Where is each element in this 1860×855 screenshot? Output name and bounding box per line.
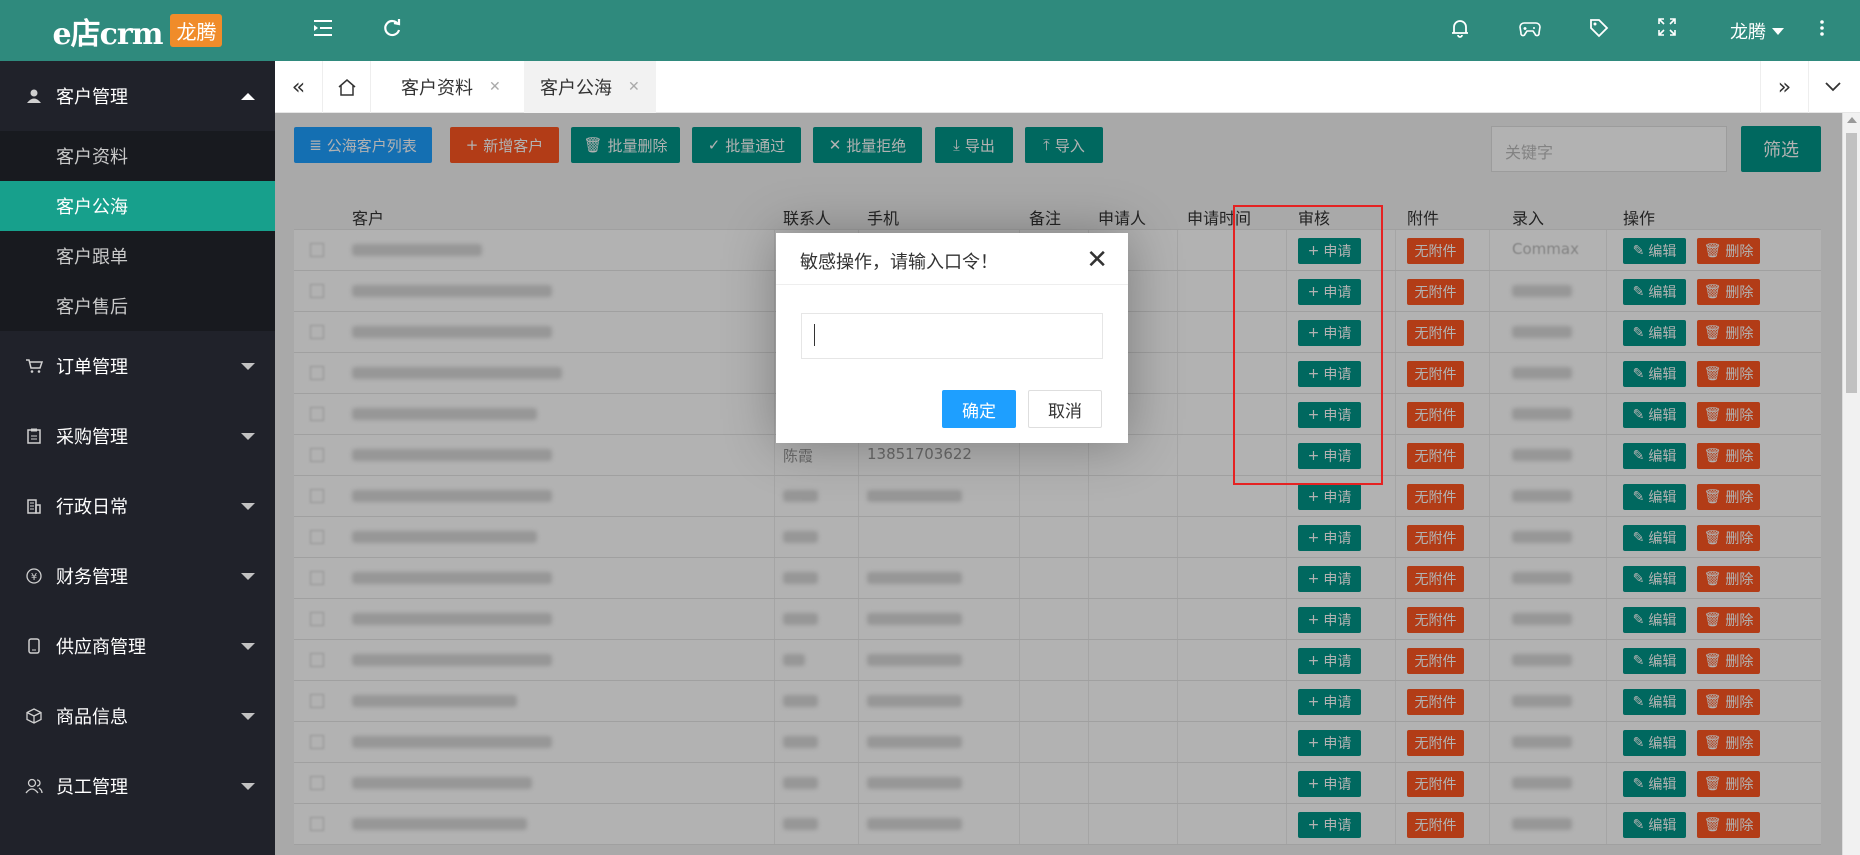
password-dialog: 敏感操作，请输入口令！ ✕ 确定 取消 — [776, 233, 1128, 443]
nav-group-products[interactable]: 商品信息 — [0, 681, 275, 751]
phone-icon — [24, 638, 44, 654]
top-header: 龙腾 — [275, 0, 1860, 61]
modal-overlay — [275, 113, 1842, 855]
caret-down-icon — [241, 712, 255, 720]
caret-down-icon — [241, 432, 255, 440]
nav-group-orders[interactable]: 订单管理 — [0, 331, 275, 401]
nav-group-label: 供应商管理 — [56, 637, 146, 658]
password-input[interactable] — [801, 313, 1103, 359]
highlight-box — [1233, 205, 1383, 485]
gamepad-icon[interactable] — [1519, 18, 1541, 44]
submenu-customer: 客户资料 客户公海 客户跟单 客户售后 — [0, 131, 275, 331]
tabs-menu-chevron-down-icon[interactable] — [1808, 61, 1856, 113]
refresh-icon[interactable] — [382, 18, 402, 44]
nav-group-label: 员工管理 — [56, 777, 128, 798]
tabs-scroll-right-icon[interactable]: » — [1760, 61, 1808, 113]
dialog-title: 敏感操作，请输入口令！ ✕ — [776, 233, 1128, 285]
close-icon[interactable]: ✕ — [628, 79, 640, 95]
caret-down-icon — [241, 572, 255, 580]
nav-group-finance[interactable]: ¥ 财务管理 — [0, 541, 275, 611]
sidebar-item-customer-info[interactable]: 客户资料 — [0, 131, 275, 181]
svg-text:¥: ¥ — [31, 572, 37, 583]
caret-down-icon — [241, 362, 255, 370]
tag-icon[interactable] — [1589, 18, 1609, 44]
nav-group-label: 商品信息 — [56, 707, 128, 728]
sidebar-item-customer-followup[interactable]: 客户跟单 — [0, 231, 275, 281]
tab-bar: « 客户资料 ✕ 客户公海 ✕ » — [275, 61, 1860, 113]
confirm-button[interactable]: 确定 — [942, 390, 1016, 428]
caret-down-icon — [241, 502, 255, 510]
nav-group-label: 订单管理 — [56, 357, 128, 378]
nav-group-label: 财务管理 — [56, 567, 128, 588]
more-vertical-icon[interactable] — [1819, 18, 1825, 44]
nav-group-label: 行政日常 — [56, 497, 128, 518]
tab-customer-info[interactable]: 客户资料 ✕ — [385, 61, 517, 113]
logo-text: e店crm — [52, 16, 164, 52]
logo[interactable]: e店crm 龙腾 — [0, 0, 275, 61]
close-icon[interactable]: ✕ — [1086, 245, 1108, 275]
users-icon — [24, 778, 44, 794]
fullscreen-icon[interactable] — [1658, 18, 1676, 42]
logo-badge: 龙腾 — [170, 14, 223, 47]
nav-group-label: 客户管理 — [56, 87, 128, 108]
home-icon[interactable] — [323, 61, 371, 113]
user-name: 龙腾 — [1730, 22, 1766, 43]
caret-up-icon — [241, 92, 255, 100]
dialog-title-text: 敏感操作，请输入口令！ — [800, 252, 998, 273]
nav-group-supplier[interactable]: 供应商管理 — [0, 611, 275, 681]
caret-down-icon — [241, 782, 255, 790]
caret-down-icon — [241, 642, 255, 650]
user-menu[interactable]: 龙腾 — [1730, 18, 1784, 44]
tab-customer-pool[interactable]: 客户公海 ✕ — [524, 61, 656, 113]
nav-group-customer[interactable]: 客户管理 — [0, 61, 275, 131]
user-icon — [24, 88, 44, 104]
scrollbar-thumb[interactable] — [1846, 133, 1857, 393]
cart-icon — [24, 358, 44, 374]
caret-down-icon — [1772, 27, 1784, 35]
cancel-button[interactable]: 取消 — [1028, 390, 1102, 428]
sidebar-item-customer-aftersale[interactable]: 客户售后 — [0, 281, 275, 331]
clipboard-icon — [24, 428, 44, 444]
yen-icon: ¥ — [24, 568, 44, 584]
tab-label: 客户公海 — [540, 78, 612, 99]
text-cursor — [814, 324, 815, 346]
nav-group-admin[interactable]: 行政日常 — [0, 471, 275, 541]
sidebar-item-customer-pool[interactable]: 客户公海 — [0, 181, 275, 231]
nav-group-label: 采购管理 — [56, 427, 128, 448]
building-icon — [24, 498, 44, 514]
tab-label: 客户资料 — [401, 78, 473, 99]
page-scrollbar[interactable] — [1842, 113, 1860, 855]
bell-icon[interactable] — [1450, 18, 1470, 44]
menu-toggle-icon[interactable] — [312, 18, 334, 44]
box-icon — [24, 708, 44, 724]
nav-group-staff[interactable]: 员工管理 — [0, 751, 275, 821]
scroll-up-icon[interactable] — [1847, 117, 1857, 123]
nav-group-purchase[interactable]: 采购管理 — [0, 401, 275, 471]
close-icon[interactable]: ✕ — [489, 79, 501, 95]
sidebar: e店crm 龙腾 客户管理 客户资料 客户公海 客户跟单 客户售后 订单管理 采… — [0, 0, 275, 855]
tabs-scroll-left-icon[interactable]: « — [275, 61, 323, 113]
